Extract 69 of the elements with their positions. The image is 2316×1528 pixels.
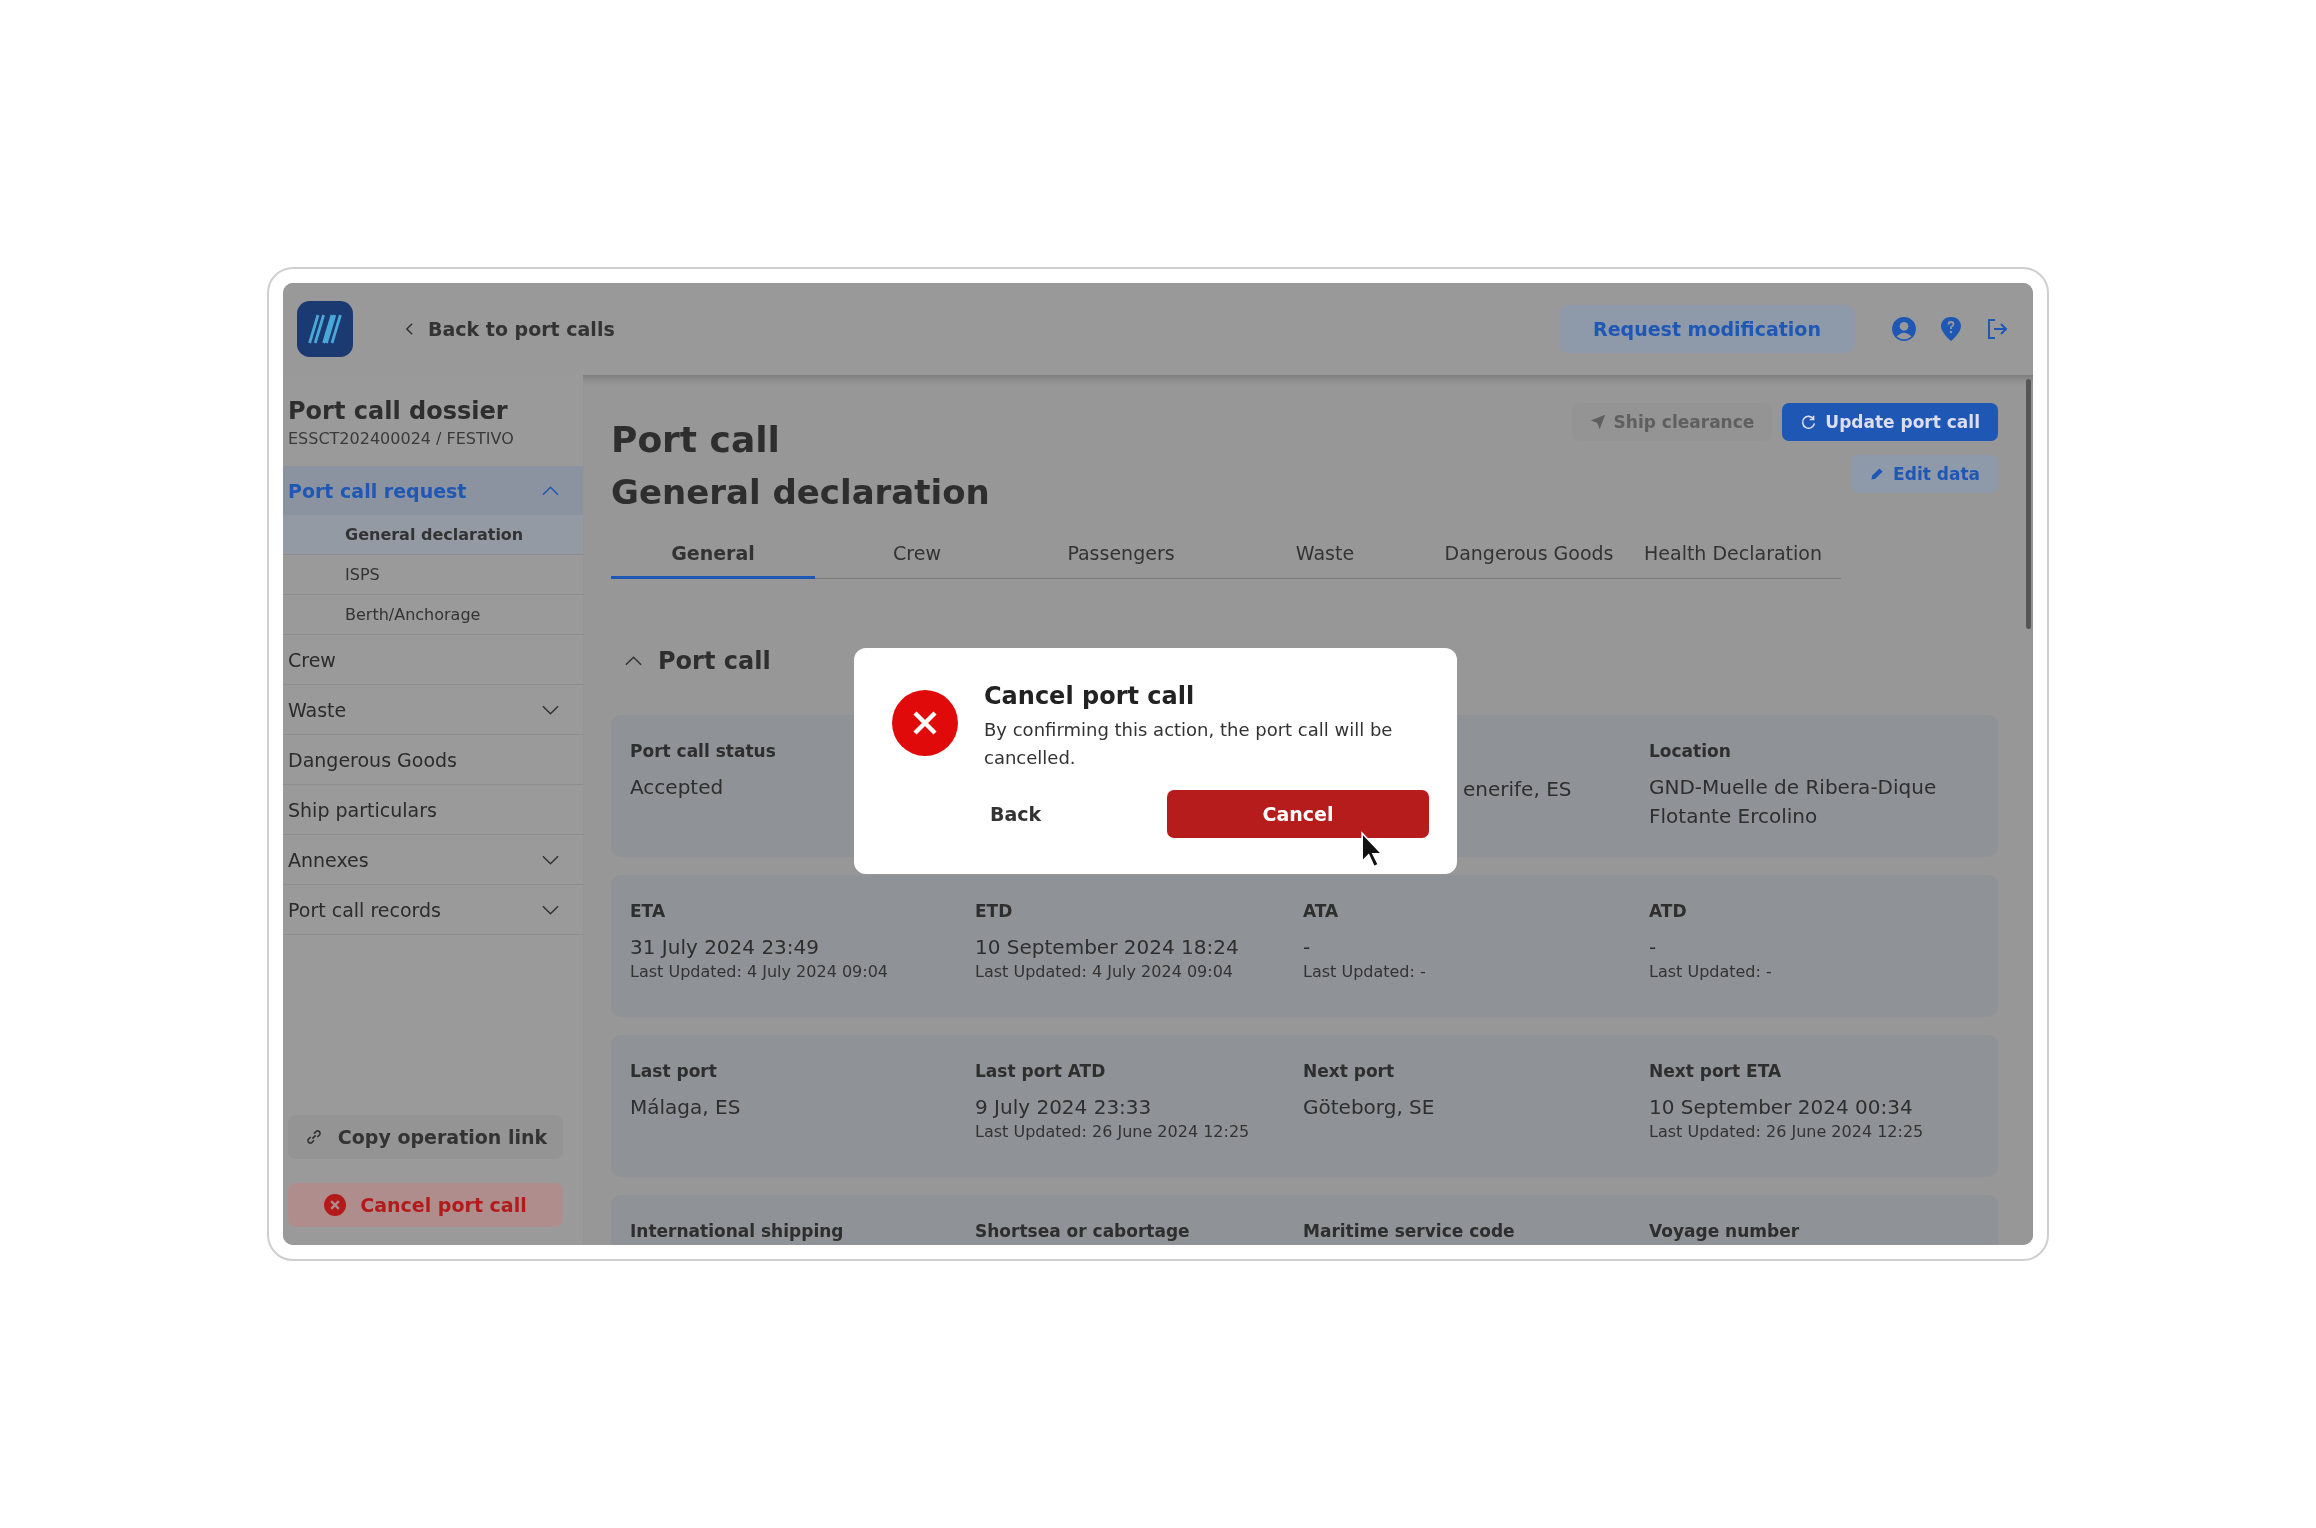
dialog-title: Cancel port call (984, 682, 1196, 710)
field-value: Málaga, ES (630, 1094, 742, 1121)
field-value: 10 September 2024 00:34 (1649, 1094, 1914, 1121)
chevron-icon (542, 854, 559, 865)
cancel-button[interactable]: Cancel (1167, 789, 1429, 838)
back-link[interactable]: Back to port calls (405, 318, 615, 340)
tab[interactable]: General (611, 542, 815, 579)
copy-link-button[interactable]: Copy operation link (288, 1115, 563, 1159)
field-label: Port call status (630, 741, 777, 761)
field-value: enerife, ES (1462, 776, 1573, 803)
scrollbar[interactable] (2026, 379, 2031, 629)
field-value: Accepted (630, 774, 725, 801)
field-label: Maritime service code (1303, 1221, 1516, 1241)
request-modification-button[interactable]: Request modification (1559, 305, 1855, 353)
field-label: Last port ATD (975, 1061, 1107, 1081)
field-value: GND-Muelle de Ribera-Dique Flotante Ercolino (1649, 774, 1938, 830)
last-updated-text: Last Updated: 4 July 2024 09:04 (630, 962, 890, 981)
field-label: Shortsea or cabortage (975, 1221, 1191, 1241)
field-label: Last port (630, 1061, 718, 1081)
field-value: 9 July 2024 23:33 (975, 1094, 1153, 1121)
location-pin-icon[interactable] (1939, 316, 1963, 342)
tab[interactable]: Dangerous Goods (1427, 542, 1631, 579)
field-value: 31 July 2024 23:49 (630, 934, 821, 961)
field-label: ATD (1649, 901, 1688, 921)
chevron-icon (542, 485, 559, 496)
field-value: 10 September 2024 18:24 (975, 934, 1240, 961)
back-button[interactable]: Back (984, 794, 1048, 833)
field-label: ETA (630, 901, 667, 921)
chevron-icon (542, 904, 559, 915)
error-icon (324, 1194, 347, 1216)
logo-icon (297, 301, 353, 357)
field-label: ETD (975, 901, 1014, 921)
field-label: Next port (1303, 1061, 1396, 1081)
edit-data-button[interactable]: Edit data (1851, 455, 1998, 493)
field-label: Location (1649, 741, 1732, 761)
last-updated-text: Last Updated: - (1303, 962, 1427, 981)
tab[interactable]: Health Declaration (1631, 542, 1835, 579)
error-icon (892, 690, 958, 756)
last-updated-text: Last Updated: 26 June 2024 12:25 (975, 1122, 1251, 1141)
chevron-icon (542, 704, 559, 715)
tab[interactable]: Waste (1223, 542, 1427, 579)
field-label: ATA (1303, 901, 1340, 921)
last-updated-text: Last Updated: - (1649, 962, 1773, 981)
field-value: - (1649, 934, 1658, 961)
field-label: Next port ETA (1649, 1061, 1783, 1081)
tab[interactable]: Crew (815, 542, 1019, 579)
chevron-icon (405, 322, 414, 336)
sidebar-subitem[interactable]: General declaration (283, 515, 583, 555)
cancel-port-call-button[interactable]: Cancel port call (288, 1183, 563, 1227)
page-title: Port call (611, 419, 781, 460)
send-icon (1589, 414, 1606, 430)
tab[interactable]: Passengers (1019, 542, 1223, 579)
section-header[interactable]: Port call (625, 647, 771, 675)
last-updated-text: Last Updated: 26 June 2024 12:25 (1649, 1122, 1925, 1141)
dossier-id: ESSCT202400024 / FESTIVO (287, 429, 515, 448)
refresh-icon (1800, 413, 1818, 431)
field-value: Göteborg, SE (1303, 1094, 1436, 1121)
pencil-icon (1869, 466, 1886, 482)
user-icon[interactable] (1891, 316, 1917, 342)
page-subtitle: General declaration (611, 472, 990, 512)
field-value: - (1303, 934, 1312, 961)
field-label: Voyage number (1649, 1221, 1801, 1241)
update-port-call-button[interactable]: Update port call (1782, 403, 1998, 441)
dialog-message: By confirming this action, the port call will be cancelled. (984, 718, 1394, 770)
dossier-title: Port call dossier (287, 397, 509, 425)
field-label: International shipping (630, 1221, 845, 1241)
logout-icon[interactable] (1985, 317, 2009, 341)
chevron-icon (625, 656, 642, 666)
last-updated-text: Last Updated: 4 July 2024 09:04 (975, 962, 1235, 981)
